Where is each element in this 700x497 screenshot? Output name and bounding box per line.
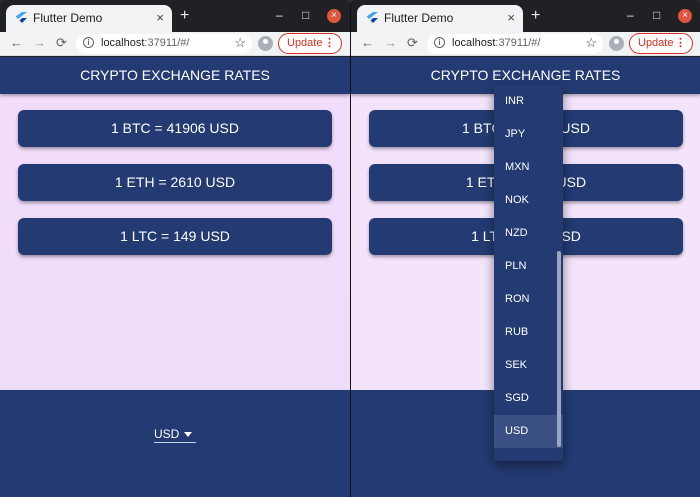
menu-item-nok[interactable]: NOK: [494, 184, 563, 217]
browser-toolbar: ← → ⟳ i localhost:37911/#/ ☆ Update ⋮: [351, 32, 700, 56]
currency-dropdown-value: USD: [154, 427, 180, 441]
rate-card-btc: 1 BTC = 41906 USD: [18, 110, 332, 147]
tab-strip: Flutter Demo × + – □ ×: [0, 0, 350, 32]
browser-window-right: Flutter Demo × + – □ × ← → ⟳ i localhost…: [350, 0, 700, 497]
bookmark-star-icon[interactable]: ☆: [585, 35, 597, 51]
tab-flutter-demo[interactable]: Flutter Demo ×: [357, 5, 523, 32]
menu-item-nzd[interactable]: NZD: [494, 217, 563, 250]
browser-toolbar: ← → ⟳ i localhost:37911/#/ ☆ Update ⋮: [0, 32, 350, 56]
more-menu-icon[interactable]: ⋮: [324, 34, 335, 53]
url-text: localhost:37911/#/: [452, 37, 541, 49]
profile-avatar-icon[interactable]: [258, 36, 273, 51]
minimize-button[interactable]: –: [627, 8, 634, 22]
tab-flutter-demo[interactable]: Flutter Demo ×: [6, 5, 172, 32]
menu-item-usd[interactable]: USD: [494, 415, 563, 448]
currency-dropdown-menu: INR JPY MXN NOK NZD PLN RON RUB SEK SGD …: [494, 85, 563, 461]
dropdown-arrow-icon: [184, 432, 192, 437]
bookmark-star-icon[interactable]: ☆: [234, 35, 246, 51]
site-info-icon[interactable]: i: [83, 37, 94, 48]
reload-button[interactable]: ⟳: [56, 35, 67, 51]
url-text: localhost:37911/#/: [101, 37, 190, 49]
more-menu-icon[interactable]: ⋮: [675, 34, 686, 53]
maximize-button[interactable]: □: [302, 8, 309, 22]
bottom-panel: USD: [0, 390, 350, 497]
menu-item-rub[interactable]: RUB: [494, 316, 563, 349]
site-info-icon[interactable]: i: [434, 37, 445, 48]
menu-item-jpy[interactable]: JPY: [494, 118, 563, 151]
menu-item-ron[interactable]: RON: [494, 283, 563, 316]
tab-title: Flutter Demo: [33, 11, 103, 25]
minimize-button[interactable]: –: [276, 8, 283, 22]
tab-title: Flutter Demo: [384, 11, 454, 25]
forward-button[interactable]: →: [33, 35, 46, 50]
browser-window-left: Flutter Demo × + – □ × ← → ⟳ i localhost…: [0, 0, 350, 497]
back-button[interactable]: ←: [10, 35, 23, 50]
app-body: 1 BTC = 41906 USD 1 ETH = 2610 USD 1 LTC…: [0, 94, 350, 390]
app-bar-title: CRYPTO EXCHANGE RATES: [0, 57, 350, 94]
address-bar[interactable]: i localhost:37911/#/ ☆: [76, 34, 252, 54]
menu-item-sgd[interactable]: SGD: [494, 382, 563, 415]
update-button[interactable]: Update ⋮: [629, 33, 693, 54]
new-tab-button[interactable]: +: [531, 7, 540, 25]
back-button[interactable]: ←: [361, 35, 374, 50]
window-close-button[interactable]: ×: [327, 9, 341, 23]
tab-close-icon[interactable]: ×: [156, 10, 164, 25]
menu-item-mxn[interactable]: MXN: [494, 151, 563, 184]
forward-button[interactable]: →: [384, 35, 397, 50]
tab-strip: Flutter Demo × + – □ ×: [351, 0, 700, 32]
profile-avatar-icon[interactable]: [609, 36, 624, 51]
rate-card-ltc: 1 LTC = 149 USD: [18, 218, 332, 255]
address-bar[interactable]: i localhost:37911/#/ ☆: [427, 34, 603, 54]
currency-dropdown[interactable]: USD: [154, 425, 196, 443]
menu-item-pln[interactable]: PLN: [494, 250, 563, 283]
flutter-logo-icon: [366, 12, 378, 23]
reload-button[interactable]: ⟳: [407, 35, 418, 51]
flutter-logo-icon: [15, 12, 27, 23]
window-close-button[interactable]: ×: [678, 9, 692, 23]
new-tab-button[interactable]: +: [180, 7, 189, 25]
menu-scrollbar[interactable]: [557, 251, 561, 447]
tab-close-icon[interactable]: ×: [507, 10, 515, 25]
rate-card-eth: 1 ETH = 2610 USD: [18, 164, 332, 201]
menu-item-inr[interactable]: INR: [494, 85, 563, 118]
maximize-button[interactable]: □: [653, 8, 660, 22]
update-button[interactable]: Update ⋮: [278, 33, 342, 54]
menu-item-sek[interactable]: SEK: [494, 349, 563, 382]
